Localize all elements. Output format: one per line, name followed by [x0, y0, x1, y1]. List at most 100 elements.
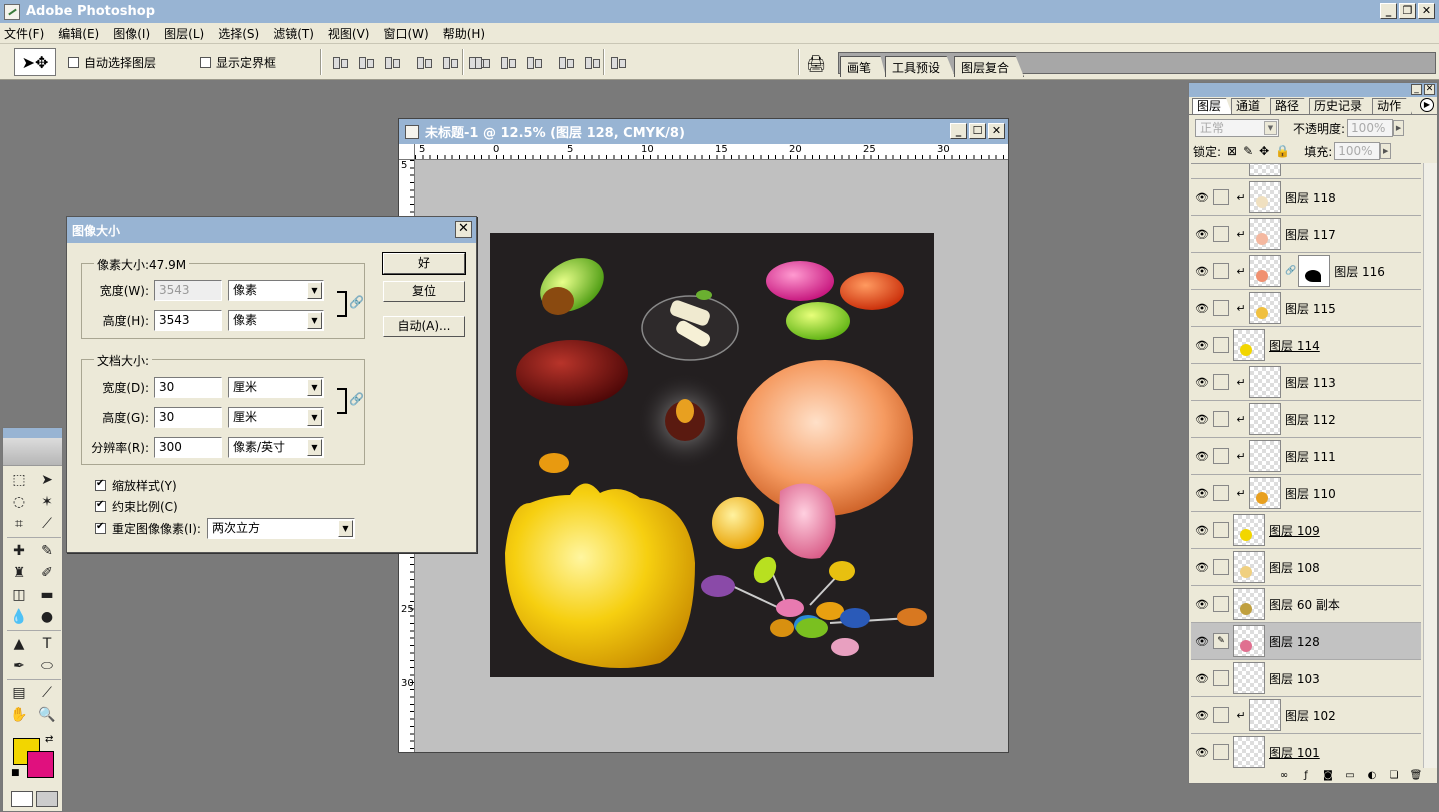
visibility-eye-icon[interactable]: 👁: [1191, 339, 1213, 352]
chevron-right-icon[interactable]: ▶: [1380, 143, 1392, 159]
reset-button[interactable]: 复位: [383, 281, 465, 302]
scale-styles-checkbox[interactable]: [95, 478, 106, 491]
quick-mask-button[interactable]: [36, 791, 58, 807]
resample-method-select[interactable]: 两次立方 ▼: [206, 518, 355, 539]
layer-name[interactable]: 图层 116: [1334, 263, 1385, 280]
minimize-button[interactable]: _: [1380, 3, 1397, 19]
layer-mask-thumbnail[interactable]: [1298, 255, 1331, 287]
distribute-right-icon[interactable]: [608, 54, 628, 70]
link-box[interactable]: [1213, 300, 1229, 316]
shape-tool-icon[interactable]: ⬭: [35, 656, 59, 676]
zoom-tool-icon[interactable]: 🔍: [35, 705, 59, 725]
menu-window[interactable]: 窗口(W): [383, 25, 428, 42]
distribute-bottom-icon[interactable]: [524, 54, 544, 70]
tab-layers[interactable]: 图层: [1192, 98, 1233, 114]
layers-scrollbar[interactable]: [1423, 163, 1437, 768]
layer-row[interactable]: 👁 图层 114: [1191, 327, 1421, 364]
link-box[interactable]: [1213, 559, 1229, 575]
tab-tool-presets[interactable]: 工具预设: [885, 56, 956, 77]
layer-name[interactable]: 图层 128: [1269, 633, 1320, 650]
paintbrush-icon[interactable]: ✎: [1213, 633, 1229, 649]
layer-row[interactable]: 👁 图层 109: [1191, 512, 1421, 549]
align-vcenter-icon[interactable]: [356, 54, 376, 70]
visibility-eye-icon[interactable]: 👁: [1191, 376, 1213, 389]
menu-file[interactable]: 文件(F): [4, 25, 44, 42]
ruler-origin[interactable]: [399, 144, 415, 160]
align-hcenter-icon[interactable]: [440, 54, 460, 70]
auto-button[interactable]: 自动(A)...: [383, 316, 465, 337]
link-box[interactable]: [1213, 189, 1229, 205]
doc-width-input[interactable]: 30: [154, 377, 222, 398]
constrain-checkbox[interactable]: [95, 499, 106, 512]
link-box[interactable]: [1213, 670, 1229, 686]
healing-brush-tool-icon[interactable]: ✚: [7, 541, 31, 561]
link-box[interactable]: [1213, 411, 1229, 427]
doc-height-input[interactable]: 30: [154, 407, 222, 428]
tool-preset-picker[interactable]: ➤✥: [14, 48, 56, 76]
layer-name[interactable]: 图层 60 副本: [1269, 596, 1340, 613]
layer-name[interactable]: 图层 115: [1285, 300, 1336, 317]
layers-palette-header[interactable]: _ ✕: [1189, 83, 1437, 97]
align-left-icon[interactable]: [414, 54, 434, 70]
layer-name[interactable]: 图层 102: [1285, 707, 1336, 724]
menu-filter[interactable]: 滤镜(T): [273, 25, 314, 42]
ok-button[interactable]: 好: [382, 252, 466, 275]
trash-icon[interactable]: 🗑: [1409, 769, 1423, 781]
link-box[interactable]: [1213, 596, 1229, 612]
visibility-eye-icon[interactable]: 👁: [1191, 413, 1213, 426]
link-box[interactable]: [1213, 226, 1229, 242]
layer-name[interactable]: 图层 109: [1269, 522, 1320, 539]
layer-row[interactable]: 👁 ↵ 图层 111: [1191, 438, 1421, 475]
lasso-tool-icon[interactable]: ◌: [7, 492, 31, 512]
visibility-eye-icon[interactable]: 👁: [1191, 746, 1213, 759]
default-colors-icon[interactable]: ■: [11, 768, 20, 778]
standard-mode-button[interactable]: [11, 791, 33, 807]
align-top-icon[interactable]: [330, 54, 350, 70]
tab-paths[interactable]: 路径: [1270, 98, 1311, 114]
lock-all-icon[interactable]: 🔒: [1275, 144, 1290, 158]
blur-tool-icon[interactable]: 💧: [7, 607, 31, 627]
lock-transparency-icon[interactable]: ⊠: [1227, 144, 1237, 158]
visibility-eye-icon[interactable]: 👁: [1191, 672, 1213, 685]
scale-styles-option[interactable]: 缩放样式(Y): [95, 477, 177, 494]
history-brush-tool-icon[interactable]: ✐: [35, 563, 59, 583]
resolution-unit-select[interactable]: 像素/英寸 ▼: [228, 437, 324, 458]
resample-checkbox[interactable]: [95, 521, 106, 534]
distribute-top-icon[interactable]: [472, 54, 492, 70]
resample-option[interactable]: 重定图像像素(I): 两次立方 ▼: [95, 518, 355, 539]
layer-name[interactable]: 图层 118: [1285, 189, 1336, 206]
visibility-eye-icon[interactable]: 👁: [1191, 524, 1213, 537]
doc-close-button[interactable]: ✕: [988, 123, 1005, 139]
layer-row[interactable]: 👁 图层 60 副本: [1191, 586, 1421, 623]
align-bottom-icon[interactable]: [382, 54, 402, 70]
visibility-eye-icon[interactable]: 👁: [1191, 228, 1213, 241]
layer-row[interactable]: 👁 ↵ 🔗 图层 116: [1191, 253, 1421, 290]
layer-row[interactable]: 👁 ↵ 图层 117: [1191, 216, 1421, 253]
visibility-eye-icon[interactable]: 👁: [1191, 487, 1213, 500]
horizontal-ruler[interactable]: 5 0 5 10 15 20 25 30: [415, 144, 1008, 160]
eraser-tool-icon[interactable]: ◫: [7, 585, 31, 605]
magic-wand-tool-icon[interactable]: ✶: [35, 492, 59, 512]
menu-help[interactable]: 帮助(H): [443, 25, 485, 42]
mask-link-icon[interactable]: 🔗: [1285, 266, 1296, 276]
link-box[interactable]: [1213, 707, 1229, 723]
file-browser-icon[interactable]: 🖨: [806, 54, 828, 73]
tab-channels[interactable]: 通道: [1231, 98, 1272, 114]
layer-name[interactable]: 图层 103: [1269, 670, 1320, 687]
visibility-eye-icon[interactable]: 👁: [1191, 709, 1213, 722]
palette-close-button[interactable]: ✕: [1424, 84, 1435, 95]
auto-select-checkbox[interactable]: [68, 57, 79, 68]
link-box[interactable]: [1213, 337, 1229, 353]
blend-mode-select[interactable]: 正常 ▼: [1195, 119, 1279, 137]
link-box[interactable]: [1213, 485, 1229, 501]
visibility-eye-icon[interactable]: 👁: [1191, 191, 1213, 204]
menu-view[interactable]: 视图(V): [328, 25, 370, 42]
add-mask-icon[interactable]: ◙: [1321, 769, 1335, 781]
fill-input[interactable]: 100% ▶: [1334, 142, 1392, 160]
menu-layer[interactable]: 图层(L): [164, 25, 204, 42]
tab-history[interactable]: 历史记录: [1309, 98, 1374, 114]
menu-select[interactable]: 选择(S): [218, 25, 259, 42]
tab-layer-comps[interactable]: 图层复合: [954, 56, 1025, 77]
pixel-width-input[interactable]: 3543: [154, 280, 222, 301]
brush-tool-icon[interactable]: ✎: [35, 541, 59, 561]
